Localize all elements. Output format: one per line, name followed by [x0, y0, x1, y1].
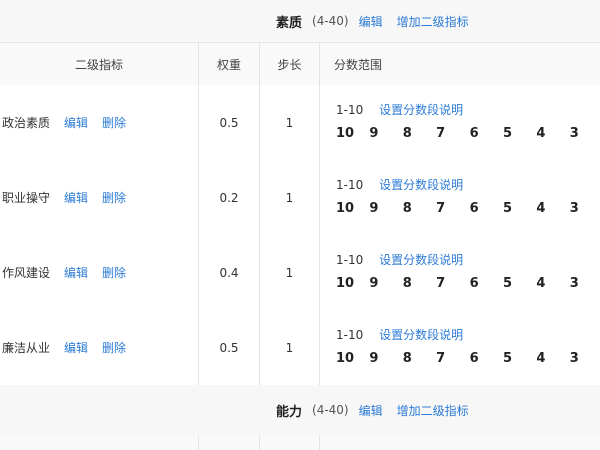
- section-header-suzhi: 素质 (4-40) 编辑 增加二级指标: [0, 0, 600, 43]
- edit-link[interactable]: 编辑: [64, 114, 88, 131]
- delete-link[interactable]: 删除: [102, 264, 126, 281]
- column-divider: [198, 436, 199, 450]
- weight-value: 0.5: [219, 340, 239, 355]
- section-edit-link[interactable]: 编辑: [359, 402, 383, 419]
- table-header: 二级指标 权重 步长 分数范围: [0, 43, 600, 86]
- step-value: 1: [285, 265, 294, 280]
- add-sub-indicator-link[interactable]: 增加二级指标: [397, 402, 469, 419]
- set-score-description-link[interactable]: 设置分数段说明: [379, 103, 463, 117]
- delete-link[interactable]: 删除: [102, 114, 126, 131]
- col-header-score-range: 分数范围: [334, 57, 383, 72]
- score-option[interactable]: 8: [403, 201, 436, 216]
- score-option[interactable]: 3: [570, 276, 600, 291]
- score-option[interactable]: 5: [503, 351, 536, 366]
- edit-link[interactable]: 编辑: [64, 339, 88, 356]
- score-option[interactable]: 5: [503, 126, 536, 141]
- score-option[interactable]: 4: [536, 351, 569, 366]
- score-option[interactable]: 7: [436, 201, 469, 216]
- score-option[interactable]: 3: [570, 351, 600, 366]
- column-divider: [319, 436, 320, 450]
- section-range: (4-40): [312, 403, 349, 417]
- indicator-name: 廉洁从业: [2, 341, 51, 355]
- score-option[interactable]: 6: [470, 126, 503, 141]
- edit-link[interactable]: 编辑: [64, 264, 88, 281]
- section-header-nengli: 能力 (4-40) 编辑 增加二级指标: [0, 385, 600, 436]
- table-header-partial: [0, 435, 600, 450]
- table-row: 作风建设 编辑 删除 0.4 1 1-10 设置分数段说明 10 9 8 7 6…: [0, 235, 600, 311]
- score-option[interactable]: 9: [369, 351, 402, 366]
- score-option[interactable]: 5: [503, 276, 536, 291]
- indicator-name: 作风建设: [2, 266, 51, 280]
- score-option[interactable]: 7: [436, 276, 469, 291]
- score-option[interactable]: 7: [436, 351, 469, 366]
- weight-value: 0.5: [219, 115, 239, 130]
- score-option[interactable]: 6: [470, 276, 503, 291]
- table-row: 职业操守 编辑 删除 0.2 1 1-10 设置分数段说明 10 9 8 7 6…: [0, 160, 600, 236]
- score-option[interactable]: 10: [336, 351, 369, 366]
- set-score-description-link[interactable]: 设置分数段说明: [379, 328, 463, 342]
- score-options: 10 9 8 7 6 5 4 3: [336, 126, 600, 141]
- delete-link[interactable]: 删除: [102, 189, 126, 206]
- step-value: 1: [285, 340, 294, 355]
- score-option[interactable]: 9: [369, 201, 402, 216]
- score-option[interactable]: 4: [536, 126, 569, 141]
- col-header-weight: 权重: [216, 57, 241, 72]
- section-edit-link[interactable]: 编辑: [359, 13, 383, 30]
- table-row: 政治素质 编辑 删除 0.5 1 1-10 设置分数段说明 10 9 8 7 6…: [0, 85, 600, 161]
- score-option[interactable]: 7: [436, 126, 469, 141]
- score-options: 10 9 8 7 6 5 4 3: [336, 276, 600, 291]
- score-option[interactable]: 6: [470, 201, 503, 216]
- indicator-name: 职业操守: [2, 191, 51, 205]
- col-header-indicator: 二级指标: [74, 57, 123, 72]
- step-value: 1: [285, 115, 294, 130]
- weight-value: 0.2: [219, 190, 239, 205]
- score-option[interactable]: 5: [503, 201, 536, 216]
- score-range-text: 1-10: [336, 103, 364, 117]
- set-score-description-link[interactable]: 设置分数段说明: [379, 178, 463, 192]
- score-range-text: 1-10: [336, 253, 364, 267]
- step-value: 1: [285, 190, 294, 205]
- column-divider: [319, 43, 320, 385]
- weight-value: 0.4: [219, 265, 239, 280]
- edit-link[interactable]: 编辑: [64, 189, 88, 206]
- score-option[interactable]: 4: [536, 201, 569, 216]
- score-options: 10 9 8 7 6 5 4 3: [336, 201, 600, 216]
- score-option[interactable]: 10: [336, 276, 369, 291]
- score-option[interactable]: 9: [369, 126, 402, 141]
- indicator-name: 政治素质: [2, 116, 51, 130]
- score-range-text: 1-10: [336, 178, 364, 192]
- section-range: (4-40): [312, 14, 349, 28]
- score-option[interactable]: 3: [570, 126, 600, 141]
- score-option[interactable]: 4: [536, 276, 569, 291]
- score-option[interactable]: 8: [403, 126, 436, 141]
- score-range-text: 1-10: [336, 328, 364, 342]
- score-option[interactable]: 6: [470, 351, 503, 366]
- table-row: 廉洁从业 编辑 删除 0.5 1 1-10 设置分数段说明 10 9 8 7 6…: [0, 310, 600, 386]
- col-header-step: 步长: [277, 57, 302, 72]
- score-options: 10 9 8 7 6 5 4 3: [336, 351, 600, 366]
- score-option[interactable]: 8: [403, 276, 436, 291]
- score-option[interactable]: 8: [403, 351, 436, 366]
- score-option[interactable]: 10: [336, 201, 369, 216]
- section-title: 能力: [276, 404, 303, 420]
- add-sub-indicator-link[interactable]: 增加二级指标: [397, 13, 469, 30]
- score-option[interactable]: 9: [369, 276, 402, 291]
- column-divider: [198, 43, 199, 385]
- set-score-description-link[interactable]: 设置分数段说明: [379, 253, 463, 267]
- column-divider: [259, 43, 260, 385]
- delete-link[interactable]: 删除: [102, 339, 126, 356]
- score-option[interactable]: 10: [336, 126, 369, 141]
- score-option[interactable]: 3: [570, 201, 600, 216]
- column-divider: [259, 436, 260, 450]
- section-title: 素质: [276, 15, 303, 31]
